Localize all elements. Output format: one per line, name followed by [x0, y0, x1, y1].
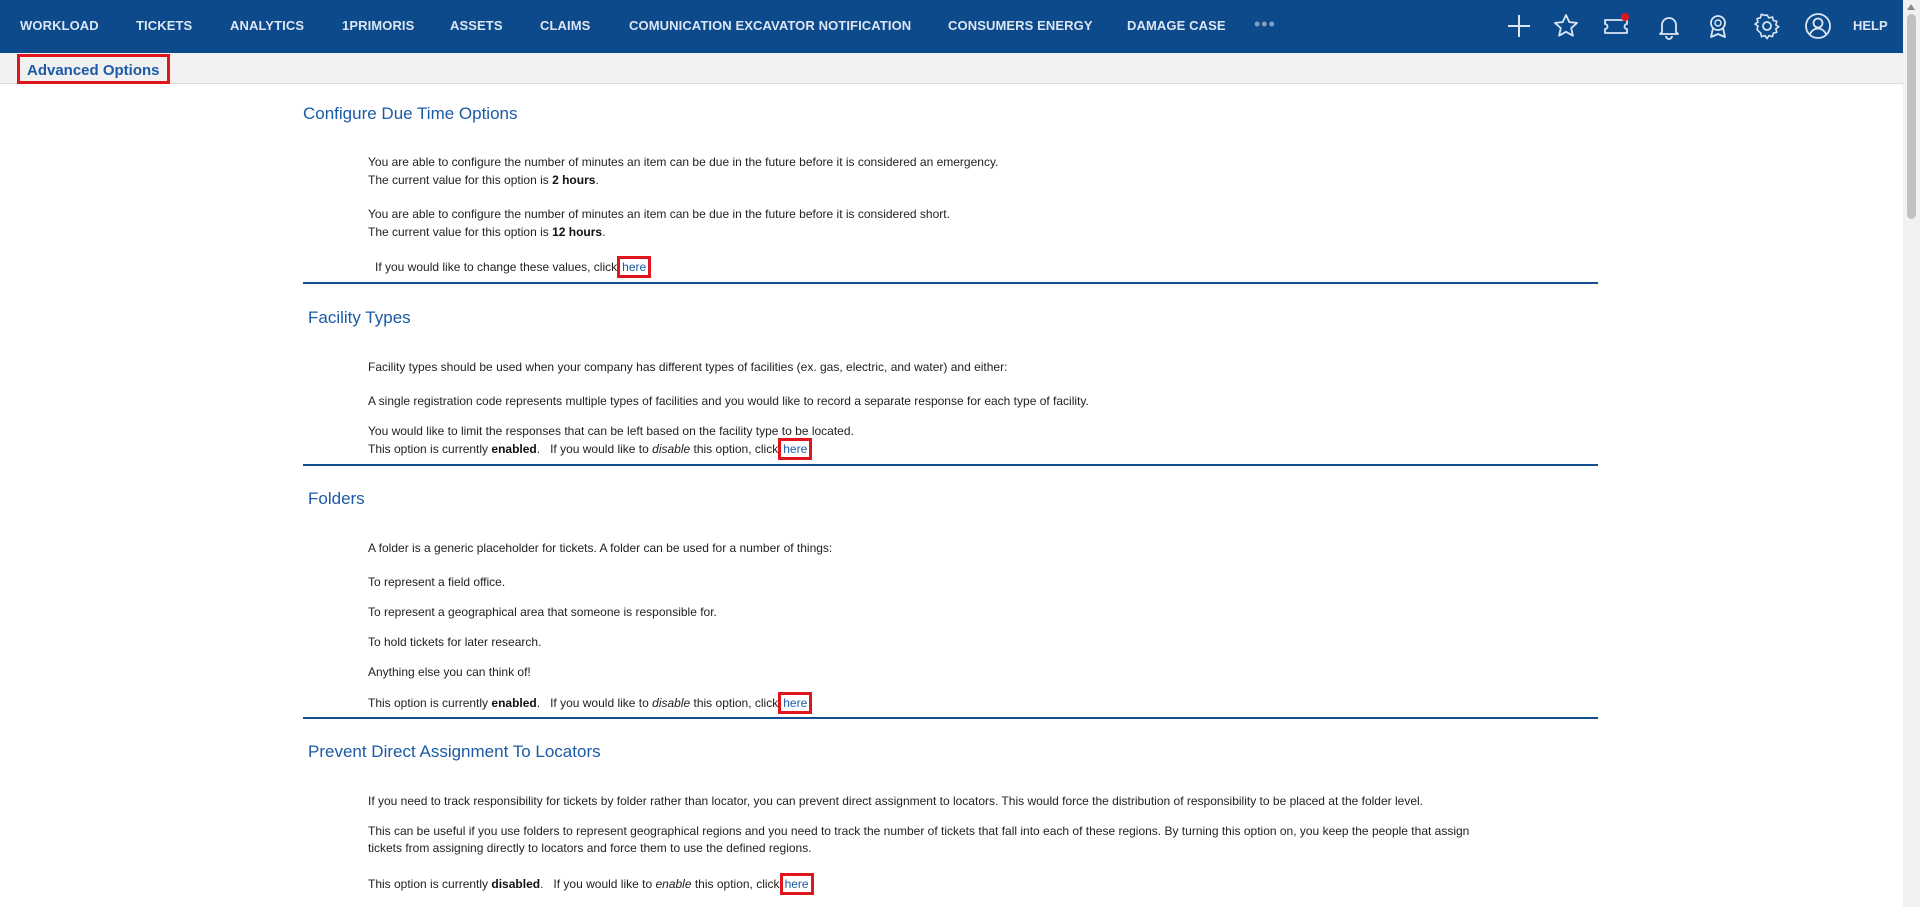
section-heading-due-time: Configure Due Time Options: [303, 104, 518, 123]
prevent-direct-action: enable: [655, 877, 692, 891]
star-icon[interactable]: [1551, 11, 1581, 41]
nav-analytics[interactable]: ANALYTICS: [230, 0, 304, 53]
change-due-times-link[interactable]: here: [617, 256, 652, 278]
sub-header-bar: [0, 53, 1903, 84]
folders-use-item: Anything else you can think of!: [368, 665, 531, 679]
section-divider: [303, 282, 1598, 284]
prevent-direct-status: disabled: [491, 877, 541, 891]
vertical-scrollbar[interactable]: [1903, 0, 1920, 907]
folders-status: enabled: [491, 696, 537, 710]
folders-action-suffix: this option, click: [690, 696, 779, 710]
prevent-direct-action-prefix: . If you would like to: [540, 877, 656, 891]
folders-use-item: To represent a field office.: [368, 575, 506, 589]
prevent-direct-paragraph-2-line-2: tickets from assigning directly to locat…: [368, 841, 812, 855]
due-time-emergency-value-line: The current value for this option is 2 h…: [368, 173, 599, 187]
prevent-direct-paragraph-1: If you need to track responsibility for …: [368, 794, 1423, 808]
nav-damage-case[interactable]: DAMAGE CASE: [1127, 0, 1226, 53]
user-icon[interactable]: [1803, 11, 1833, 41]
page-title[interactable]: Advanced Options: [17, 54, 170, 84]
award-icon[interactable]: [1703, 11, 1733, 41]
toggle-folders-link[interactable]: here: [778, 692, 813, 714]
plus-icon[interactable]: [1504, 11, 1534, 41]
toggle-facility-types-link[interactable]: here: [778, 438, 813, 460]
folders-use-item: To represent a geographical area that so…: [368, 605, 717, 619]
due-time-change-prefix: If you would like to change these values…: [375, 260, 618, 274]
nav-comunication-excavator-notification[interactable]: COMUNICATION EXCAVATOR NOTIFICATION: [629, 0, 911, 53]
facility-types-status-line: This option is currently enabled. If you…: [368, 438, 813, 460]
bell-icon[interactable]: [1654, 11, 1684, 41]
nav-assets[interactable]: ASSETS: [450, 0, 503, 53]
due-time-short-value: 12 hours: [552, 225, 603, 239]
gear-icon[interactable]: [1752, 11, 1782, 41]
section-heading-folders: Folders: [308, 489, 365, 508]
section-heading-prevent-direct-assignment: Prevent Direct Assignment To Locators: [308, 742, 601, 761]
folders-action-prefix: . If you would like to: [536, 696, 653, 710]
due-time-emergency-text: You are able to configure the number of …: [368, 155, 999, 169]
prevent-direct-status-prefix: This option is currently: [368, 877, 492, 891]
due-time-emergency-value: 2 hours: [552, 173, 596, 187]
due-time-emergency-value-prefix: The current value for this option is: [368, 173, 553, 187]
prevent-direct-action-suffix: this option, click: [691, 877, 780, 891]
nav-1primoris[interactable]: 1PRIMORIS: [342, 0, 414, 53]
nav-workload[interactable]: WORKLOAD: [20, 0, 99, 53]
more-menu-button[interactable]: •••: [1254, 0, 1276, 53]
facility-types-status: enabled: [491, 442, 537, 456]
prevent-direct-status-line: This option is currently disabled. If yo…: [368, 873, 814, 895]
section-divider: [303, 464, 1598, 466]
due-time-short-value-line: The current value for this option is 12 …: [368, 225, 606, 239]
toggle-prevent-direct-assignment-link[interactable]: here: [779, 873, 814, 895]
facility-types-action: disable: [652, 442, 691, 456]
scroll-up-arrow-icon[interactable]: [1907, 4, 1915, 10]
nav-claims[interactable]: CLAIMS: [540, 0, 590, 53]
top-navigation-bar: WORKLOAD TICKETS ANALYTICS 1PRIMORIS ASS…: [0, 0, 1920, 53]
section-heading-facility-types: Facility Types: [308, 308, 411, 327]
prevent-direct-paragraph-2-line-1: This can be useful if you use folders to…: [368, 824, 1470, 838]
help-link[interactable]: HELP: [1853, 0, 1888, 53]
due-time-short-value-prefix: The current value for this option is: [368, 225, 553, 239]
ticket-notification-icon[interactable]: [1601, 11, 1631, 41]
folders-status-line: This option is currently enabled. If you…: [368, 692, 813, 714]
nav-consumers-energy[interactable]: CONSUMERS ENERGY: [948, 0, 1093, 53]
due-time-short-text: You are able to configure the number of …: [368, 207, 950, 221]
facility-types-intro: Facility types should be used when your …: [368, 360, 1008, 374]
folders-use-item: To hold tickets for later research.: [368, 635, 542, 649]
facility-types-status-prefix: This option is currently: [368, 442, 492, 456]
folders-status-prefix: This option is currently: [368, 696, 492, 710]
folders-action: disable: [652, 696, 691, 710]
nav-tickets[interactable]: TICKETS: [136, 0, 192, 53]
scroll-thumb[interactable]: [1907, 14, 1916, 219]
facility-types-point-1: A single registration code represents mu…: [368, 394, 1089, 408]
folders-intro: A folder is a generic placeholder for ti…: [368, 541, 833, 555]
due-time-change-line: If you would like to change these values…: [375, 256, 652, 278]
facility-types-action-prefix: . If you would like to: [536, 442, 653, 456]
facility-types-action-suffix: this option, click: [690, 442, 779, 456]
section-divider: [303, 717, 1598, 719]
